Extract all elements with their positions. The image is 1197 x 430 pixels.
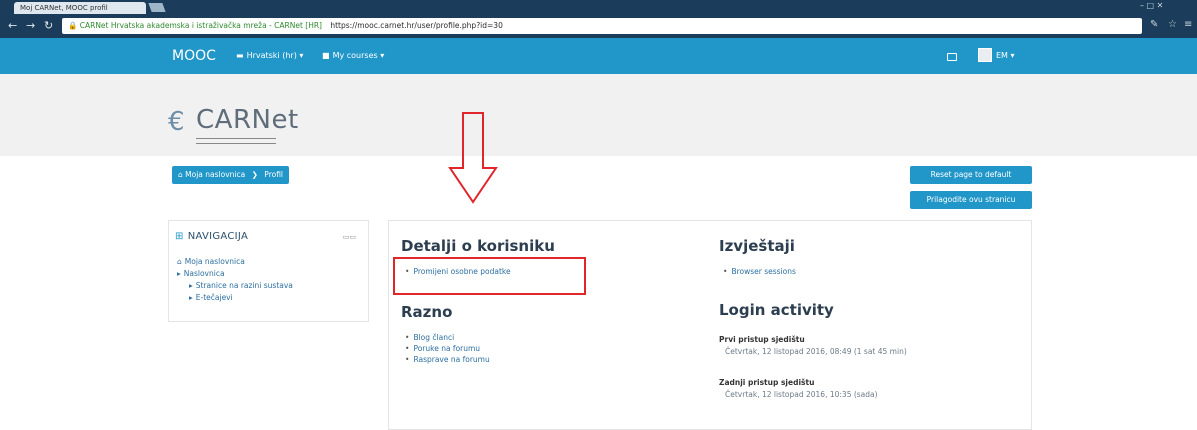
breadcrumb-home[interactable]: Moja naslovnica	[185, 170, 245, 179]
customize-page-button[interactable]: Prilagodite ovu stranicu	[910, 191, 1032, 209]
bookmark-star-icon[interactable]: ☆	[1168, 19, 1177, 30]
first-access-label: Prvi pristup sjedištu	[719, 335, 805, 344]
user-menu[interactable]: EM ▾	[996, 51, 1015, 60]
folder-icon: ▸	[189, 281, 193, 290]
new-tab-button[interactable]	[148, 3, 166, 12]
block-controls-icon[interactable]: ▭▭	[343, 233, 356, 241]
details-title: Detalji o korisniku	[401, 237, 555, 255]
nav-item-e-tecajevi[interactable]: ▸ E-tečajevi	[189, 293, 233, 302]
forward-icon[interactable]: →	[26, 19, 35, 32]
browser-toolbar: ← → ↻ 🔒 CARNet Hrvatska akademska i istr…	[0, 14, 1197, 38]
messages-icon[interactable]	[947, 53, 957, 61]
nav-item-moja-naslovnica[interactable]: ⌂ Moja naslovnica	[177, 257, 245, 266]
secure-site-label: CARNet Hrvatska akademska i istraživačka…	[79, 21, 322, 30]
reset-page-button[interactable]: Reset page to default	[910, 166, 1032, 184]
last-access-label: Zadnji pristup sjedištu	[719, 378, 815, 387]
reload-icon[interactable]: ↻	[44, 19, 53, 32]
bullet-icon: •	[405, 355, 410, 364]
folder-icon: ▸	[189, 293, 193, 302]
login-activity-title: Login activity	[719, 301, 834, 319]
sitemap-icon: ⊞	[175, 231, 184, 242]
extension-icon[interactable]: ✎	[1150, 19, 1158, 30]
bullet-icon: •	[405, 344, 410, 353]
logo-subtitle-lines	[196, 138, 276, 144]
browser-tab[interactable]: Moj CARNet, MOOC profil	[14, 2, 146, 14]
breadcrumb: ⌂ Moja naslovnica ❯ Profil	[172, 166, 290, 184]
misc-title: Razno	[401, 303, 453, 321]
nav-item-naslovnica[interactable]: ▸ Naslovnica	[177, 269, 225, 278]
logo-text: CARNet	[196, 105, 299, 135]
my-courses-menu[interactable]: ■ My courses ▾	[322, 51, 384, 60]
brand-link[interactable]: MOOC	[172, 48, 216, 64]
blog-link[interactable]: • Blog članci	[405, 333, 454, 342]
avatar[interactable]	[978, 48, 992, 62]
carnet-logo-icon: €	[168, 107, 185, 137]
first-access-value: Četvrtak, 12 listopad 2016, 08:49 (1 sat…	[725, 347, 907, 356]
home-icon: ⌂	[177, 257, 182, 266]
highlight-box	[393, 257, 586, 295]
breadcrumb-separator: ❯	[251, 170, 258, 179]
bullet-icon: •	[405, 333, 410, 342]
site-navbar: MOOC ▬ Hrvatski (hr) ▾ ■ My courses ▾ EM ▾	[0, 38, 1197, 74]
last-access-value: Četvrtak, 12 listopad 2016, 10:35 (sada)	[725, 390, 878, 399]
reports-title: Izvještaji	[719, 237, 795, 255]
forum-discussions-link[interactable]: • Rasprave na forumu	[405, 355, 490, 364]
nav-item-stranice[interactable]: ▸ Stranice na razini sustava	[189, 281, 293, 290]
down-arrow-annotation-icon	[448, 112, 498, 204]
menu-icon[interactable]: ≡	[1184, 19, 1192, 30]
briefcase-icon: ■	[322, 51, 330, 60]
profile-main: Detalji o korisniku • Promijeni osobne po…	[388, 220, 1032, 430]
folder-icon: ▸	[177, 269, 181, 278]
browser-sessions-link[interactable]: • Browser sessions	[723, 267, 796, 276]
window-controls[interactable]: – □ ✕	[1140, 1, 1163, 10]
home-icon: ⌂	[178, 170, 183, 179]
lock-icon: 🔒	[68, 21, 78, 30]
back-icon[interactable]: ←	[8, 19, 17, 32]
site-logo[interactable]: € CARNet	[168, 105, 308, 149]
browser-tabbar: Moj CARNet, MOOC profil – □ ✕	[0, 0, 1197, 14]
navigation-title: ⊞ NAVIGACIJA	[175, 231, 249, 242]
breadcrumb-current[interactable]: Profil	[264, 170, 283, 179]
navigation-block: ⊞ NAVIGACIJA ▭▭ ⌂ Moja naslovnica ▸ Naslovn…	[168, 220, 369, 322]
address-bar[interactable]: 🔒 CARNet Hrvatska akademska i istraživač…	[62, 18, 1142, 34]
url-text: https://mooc.carnet.hr/user/profile.php?…	[330, 21, 503, 30]
flag-icon: ▬	[236, 51, 244, 60]
forum-posts-link[interactable]: • Poruke na forumu	[405, 344, 480, 353]
bullet-icon: •	[723, 267, 728, 276]
language-menu[interactable]: ▬ Hrvatski (hr) ▾	[236, 51, 303, 60]
